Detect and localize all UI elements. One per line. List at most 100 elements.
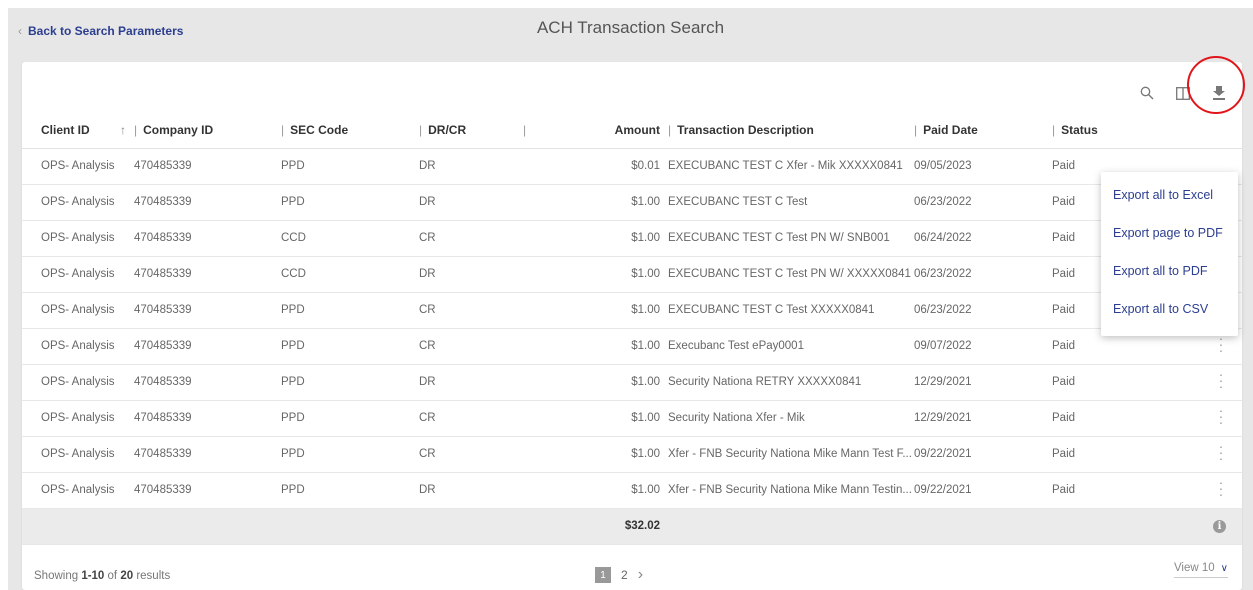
cell-client-id: OPS- Analysis — [22, 292, 134, 329]
table-row[interactable]: OPS- Analysis 470485339 PPD DR $1.00 Xfer - F… — [22, 472, 1242, 509]
cell-sec-code: PPD — [281, 472, 419, 509]
sort-up-icon[interactable]: ↑ — [120, 123, 126, 137]
cell-amount: $1.00 — [529, 472, 668, 509]
cell-paid-date: 09/22/2021 — [914, 436, 1052, 473]
cell-amount: $1.00 — [529, 184, 668, 221]
cell-paid-date: 12/29/2021 — [914, 364, 1052, 401]
export-all-pdf-item[interactable]: Export all to PDF — [1101, 252, 1238, 290]
cell-drcr: CR — [419, 220, 529, 257]
cell-client-id: OPS- Analysis — [22, 436, 134, 473]
cell-amount: $1.00 — [529, 220, 668, 257]
table-row[interactable]: OPS- Analysis 470485339 PPD CR $1.00 Xfer - F… — [22, 436, 1242, 473]
export-all-csv-item[interactable]: Export all to CSV — [1101, 290, 1238, 328]
table-row[interactable]: OPS- Analysis 470485339 PPD DR $1.00 EXECUBAN… — [22, 184, 1242, 221]
col-header-status[interactable]: | Status — [1052, 112, 1192, 149]
cell-drcr: DR — [419, 184, 529, 221]
cell-company-id: 470485339 — [134, 364, 281, 401]
cell-amount: $1.00 — [529, 292, 668, 329]
cell-sec-code: PPD — [281, 328, 419, 365]
cell-status: Paid — [1052, 472, 1192, 509]
cell-sec-code: CCD — [281, 220, 419, 257]
page-size-select[interactable]: View 10 ∨ — [1173, 562, 1228, 578]
page-button-2[interactable]: 2 — [621, 568, 628, 582]
cell-description: Xfer - FNB Security Nationa Mike Mann Te… — [668, 436, 914, 473]
cell-amount: $1.00 — [529, 328, 668, 365]
col-header-amount[interactable]: | Amount — [523, 112, 668, 149]
table-row[interactable]: OPS- Analysis 470485339 PPD DR $0.01 EXECUBAN… — [22, 148, 1242, 185]
cell-client-id: OPS- Analysis — [22, 472, 134, 509]
info-icon[interactable]: i — [1213, 519, 1226, 533]
table-row[interactable]: OPS- Analysis 470485339 PPD CR $1.00 EXECUBAN… — [22, 292, 1242, 329]
cell-company-id: 470485339 — [134, 292, 281, 329]
table-row[interactable]: OPS- Analysis 470485339 PPD CR $1.00 Execuban… — [22, 328, 1242, 365]
cell-description: Execubanc Test ePay0001 — [668, 328, 914, 365]
cell-actions: ··· — [1192, 364, 1242, 401]
cell-description: EXECUBANC TEST C Test PN W/ SNB001 — [668, 220, 914, 257]
cell-amount: $1.00 — [529, 256, 668, 293]
cell-company-id: 470485339 — [134, 148, 281, 185]
cell-sec-code: CCD — [281, 256, 419, 293]
cell-sec-code: PPD — [281, 436, 419, 473]
results-card: Client ID ↑ | Company ID | SEC Code | DR/CR … — [22, 56, 1245, 590]
cell-drcr: CR — [419, 292, 529, 329]
pagination: 1 2 › — [595, 566, 643, 584]
cell-paid-date: 06/24/2022 — [914, 220, 1052, 257]
cell-drcr: DR — [419, 364, 529, 401]
chevron-right-icon[interactable]: › — [638, 566, 643, 584]
cell-paid-date: 06/23/2022 — [914, 292, 1052, 329]
table-header-row: Client ID ↑ | Company ID | SEC Code | DR/CR … — [22, 112, 1242, 149]
cell-description: EXECUBANC TEST C Test XXXXX0841 — [668, 292, 914, 329]
cell-drcr: DR — [419, 148, 529, 185]
cell-description: EXECUBANC TEST C Xfer - Mik XXXXX0841 — [668, 148, 914, 185]
table-row[interactable]: OPS- Analysis 470485339 PPD DR $1.00 Security… — [22, 364, 1242, 401]
chevron-down-icon: ∨ — [1220, 562, 1228, 574]
more-actions-icon[interactable]: ··· — [1216, 367, 1226, 393]
table-row[interactable]: OPS- Analysis 470485339 CCD CR $1.00 EXECUBAN… — [22, 220, 1242, 257]
export-all-excel-item[interactable]: Export all to Excel — [1101, 176, 1238, 214]
cell-company-id: 470485339 — [134, 436, 281, 473]
cell-description: Security Nationa Xfer - Mik — [668, 400, 914, 437]
table-row[interactable]: OPS- Analysis 470485339 CCD DR $1.00 EXECUBAN… — [22, 256, 1242, 293]
more-actions-icon[interactable]: ··· — [1216, 439, 1226, 465]
more-actions-icon[interactable]: ··· — [1216, 475, 1226, 501]
page-size-value: View 10 — [1173, 562, 1215, 574]
transactions-table: Client ID ↑ | Company ID | SEC Code | DR/CR … — [22, 112, 1242, 545]
col-header-drcr[interactable]: | DR/CR — [419, 112, 529, 149]
cell-client-id: OPS- Analysis — [22, 328, 134, 365]
export-page-pdf-item[interactable]: Export page to PDF — [1101, 214, 1238, 252]
download-icon[interactable] — [1210, 84, 1228, 102]
results-summary: Showing 1-10 of 20 results — [34, 570, 171, 582]
col-header-sec-code[interactable]: | SEC Code — [281, 112, 419, 149]
cell-actions: ··· — [1192, 472, 1242, 509]
table-footer: Showing 1-10 of 20 results 1 2 › View 10… — [22, 562, 1242, 590]
cell-status: Paid — [1052, 436, 1192, 473]
col-header-description[interactable]: | Transaction Description — [668, 112, 914, 149]
more-actions-icon[interactable]: ··· — [1216, 403, 1226, 429]
table-row[interactable]: OPS- Analysis 470485339 PPD CR $1.00 Security… — [22, 400, 1242, 437]
cell-paid-date: 09/07/2022 — [914, 328, 1052, 365]
totals-row: $32.02 i — [22, 508, 1242, 545]
cell-client-id: OPS- Analysis — [22, 184, 134, 221]
total-amount: $32.02 — [529, 508, 668, 545]
cell-sec-code: PPD — [281, 148, 419, 185]
cell-amount: $1.00 — [529, 400, 668, 437]
cell-actions: ··· — [1192, 400, 1242, 437]
cell-amount: $0.01 — [529, 148, 668, 185]
cell-drcr: CR — [419, 436, 529, 473]
cell-client-id: OPS- Analysis — [22, 400, 134, 437]
cell-paid-date: 09/05/2023 — [914, 148, 1052, 185]
cell-client-id: OPS- Analysis — [22, 220, 134, 257]
col-header-paid-date[interactable]: | Paid Date — [914, 112, 1052, 149]
cell-paid-date: 12/29/2021 — [914, 400, 1052, 437]
cell-company-id: 470485339 — [134, 472, 281, 509]
col-header-client-id[interactable]: Client ID ↑ — [22, 112, 134, 149]
cell-description: Security Nationa RETRY XXXXX0841 — [668, 364, 914, 401]
col-header-company-id[interactable]: | Company ID — [134, 112, 281, 149]
page-button-1[interactable]: 1 — [595, 567, 611, 583]
cell-client-id: OPS- Analysis — [22, 256, 134, 293]
cell-sec-code: PPD — [281, 184, 419, 221]
columns-icon[interactable] — [1174, 84, 1192, 102]
cell-client-id: OPS- Analysis — [22, 148, 134, 185]
search-icon[interactable] — [1138, 84, 1156, 102]
more-actions-icon[interactable]: ··· — [1216, 331, 1226, 357]
